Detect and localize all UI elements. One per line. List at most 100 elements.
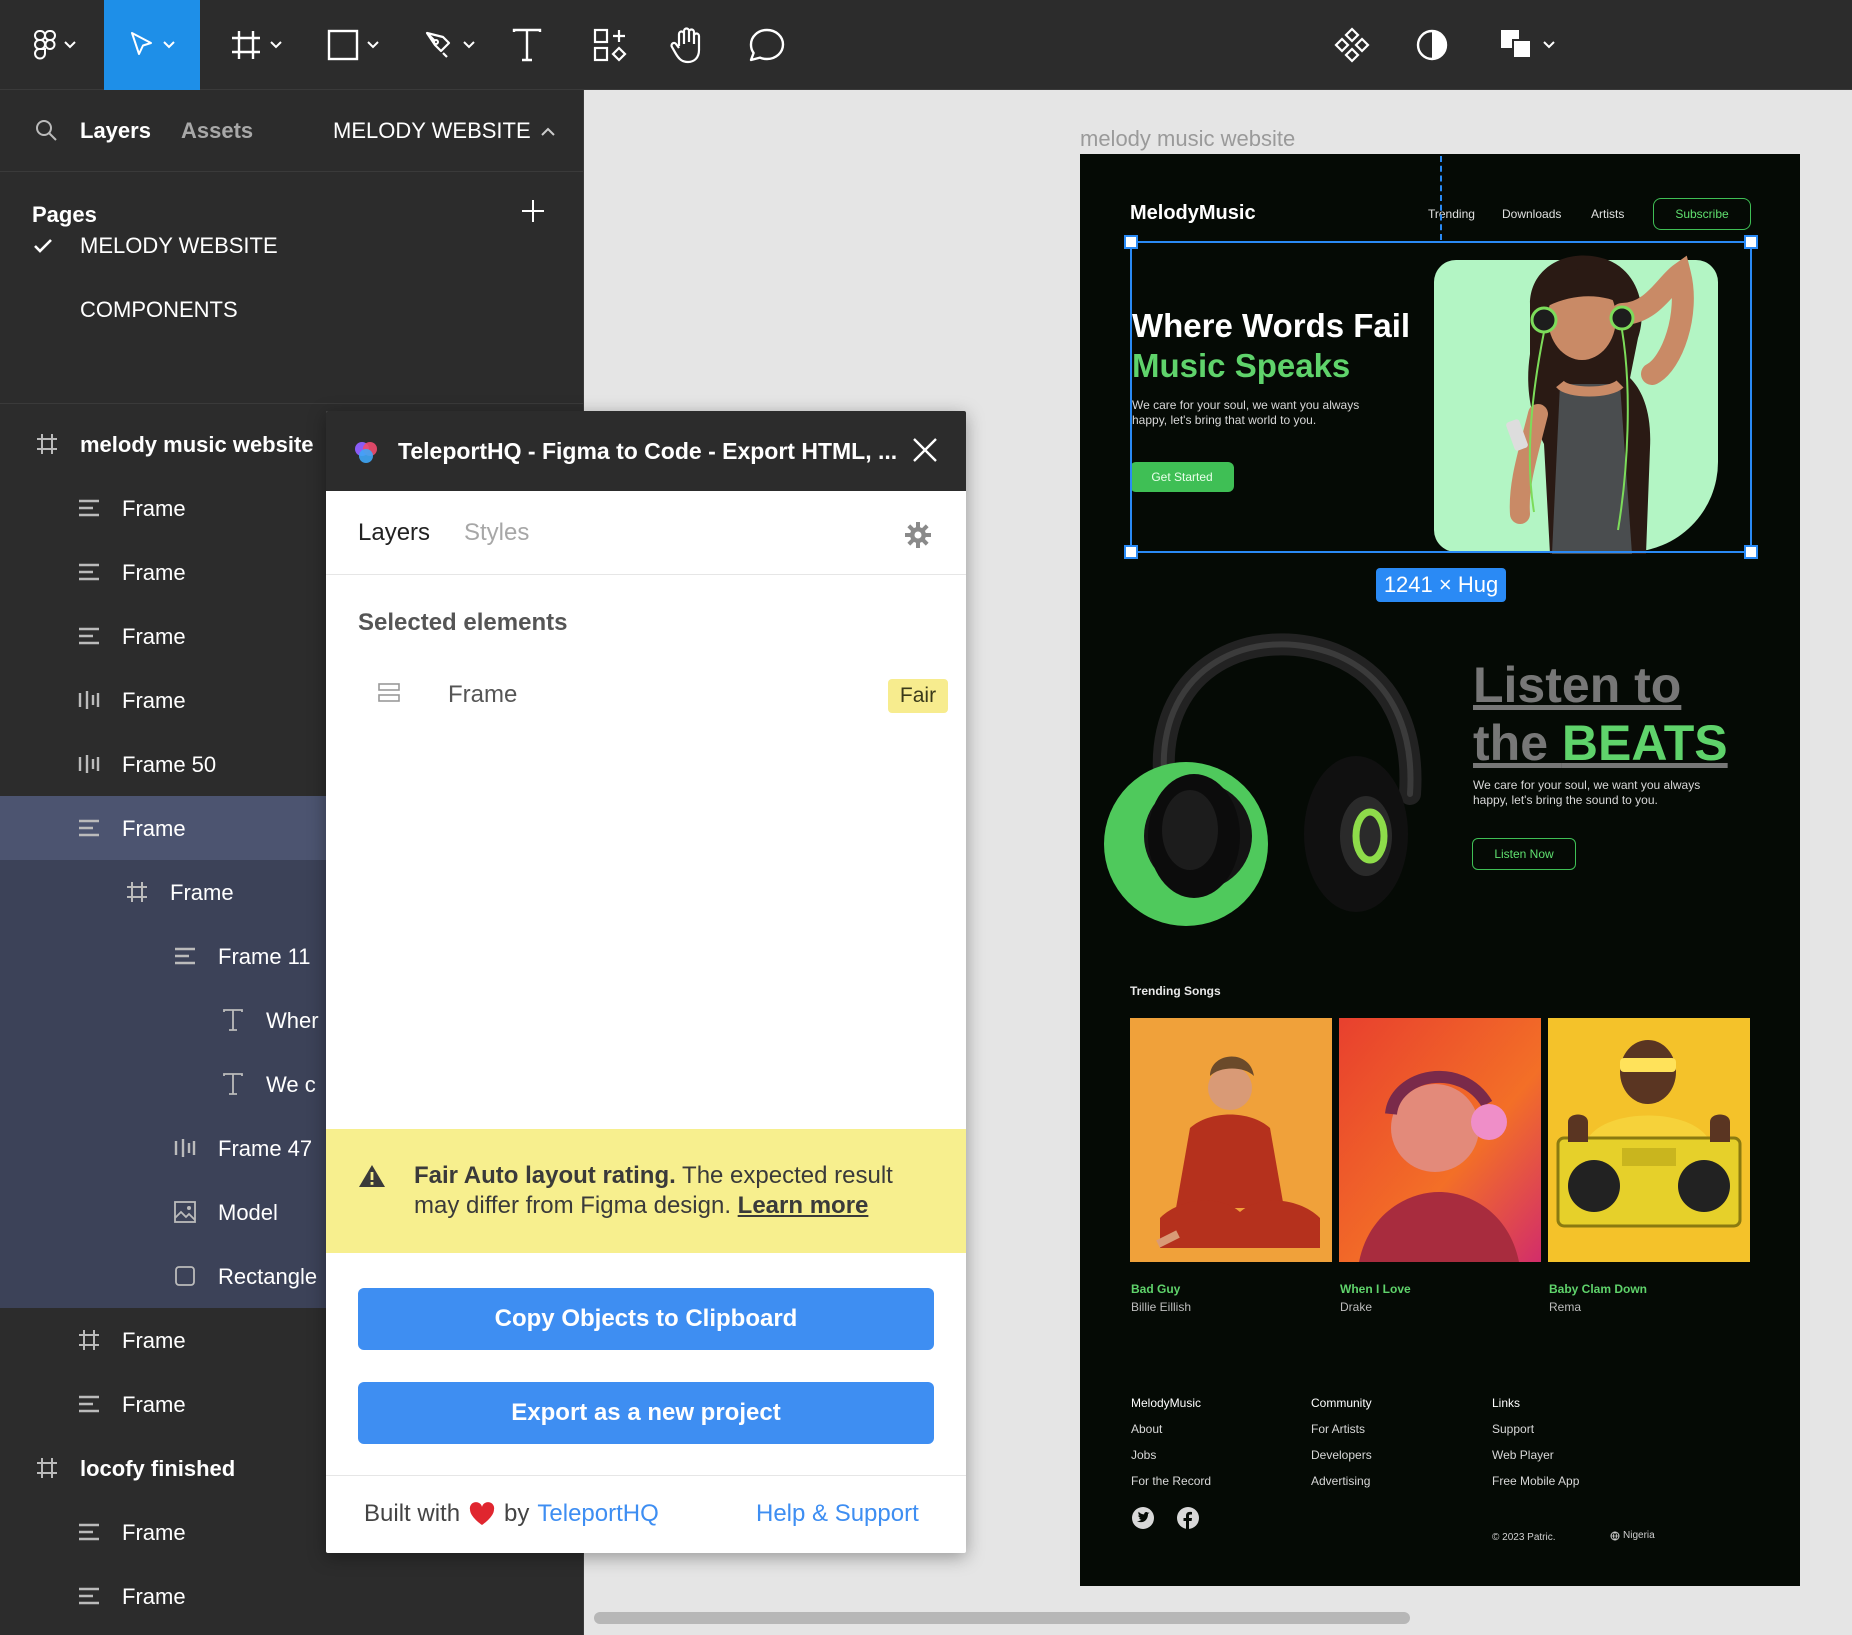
site-logo: MelodyMusic bbox=[1130, 202, 1256, 224]
facebook-icon[interactable] bbox=[1176, 1506, 1200, 1530]
gear-icon[interactable] bbox=[904, 521, 932, 549]
tab-layers[interactable]: Layers bbox=[80, 118, 151, 144]
plugin-tab-layers[interactable]: Layers bbox=[358, 519, 430, 547]
country-selector[interactable]: Nigeria bbox=[1610, 1530, 1655, 1541]
pages-section: Pages MELODY WEBSITE COMPONENTS bbox=[0, 172, 583, 404]
panel-tabs: Layers Assets MELODY WEBSITE bbox=[0, 90, 583, 172]
selected-element-row[interactable]: Frame Fair bbox=[358, 669, 948, 719]
resize-handle-bottom-left[interactable] bbox=[1124, 545, 1138, 559]
resize-handle-top-right[interactable] bbox=[1744, 235, 1758, 249]
page-item-components[interactable]: COMPONENTS bbox=[0, 280, 583, 340]
pen-tool-button[interactable] bbox=[414, 0, 484, 90]
plugin-title: TeleportHQ - Figma to Code - Export HTML… bbox=[398, 438, 898, 464]
frame-hash-icon bbox=[34, 1455, 60, 1481]
footer-link[interactable]: For the Record bbox=[1131, 1468, 1211, 1494]
autolayout-horizontal-icon bbox=[76, 687, 102, 713]
plugin-tab-styles[interactable]: Styles bbox=[464, 519, 529, 547]
size-badge: 1241 × Hug bbox=[1376, 568, 1506, 602]
layer-name: Frame bbox=[122, 688, 186, 713]
tab-assets[interactable]: Assets bbox=[181, 118, 253, 144]
chevron-down-icon bbox=[270, 41, 282, 49]
trending-songs-title: Trending Songs bbox=[1130, 984, 1221, 998]
song-card-image-bad-guy[interactable] bbox=[1130, 1018, 1332, 1262]
chevron-down-icon bbox=[367, 41, 379, 49]
footer-column-community: Community For Artists Developers Adverti… bbox=[1311, 1390, 1372, 1494]
page-selector[interactable]: MELODY WEBSITE bbox=[333, 118, 555, 144]
frame-label[interactable]: melody music website bbox=[1080, 126, 1295, 152]
help-support-link[interactable]: Help & Support bbox=[756, 1500, 919, 1528]
resize-handle-top-left[interactable] bbox=[1124, 235, 1138, 249]
footer-link[interactable]: Web Player bbox=[1492, 1442, 1579, 1468]
layer-name: Frame bbox=[122, 496, 186, 521]
footer-link[interactable]: About bbox=[1131, 1416, 1211, 1442]
plugin-titlebar[interactable]: TeleportHQ - Figma to Code - Export HTML… bbox=[326, 411, 966, 491]
song-title[interactable]: Bad Guy bbox=[1131, 1282, 1180, 1296]
contrast-icon bbox=[1416, 29, 1448, 61]
search-icon[interactable] bbox=[34, 118, 58, 142]
song-artist: Billie Eillish bbox=[1131, 1300, 1192, 1314]
hand-tool-button[interactable] bbox=[666, 0, 708, 90]
export-project-button[interactable]: Export as a new project bbox=[358, 1382, 934, 1444]
beats-heading-line2a: the bbox=[1473, 715, 1562, 771]
comment-tool-button[interactable] bbox=[746, 0, 788, 90]
resize-handle-bottom-right[interactable] bbox=[1744, 545, 1758, 559]
layer-row[interactable]: Frame bbox=[0, 1564, 583, 1628]
page-item-melody-website[interactable]: MELODY WEBSITE bbox=[0, 216, 583, 276]
text-tool-button[interactable] bbox=[506, 0, 548, 90]
layer-name: melody music website bbox=[80, 432, 314, 457]
footer-link[interactable]: For Artists bbox=[1311, 1416, 1372, 1442]
move-tool-button[interactable] bbox=[104, 0, 200, 90]
country-label: Nigeria bbox=[1623, 1530, 1655, 1541]
by-label: by bbox=[504, 1500, 530, 1527]
autolayout-vertical-icon bbox=[378, 683, 400, 702]
comment-icon bbox=[749, 28, 785, 62]
song-title[interactable]: When I Love bbox=[1340, 1282, 1411, 1296]
figma-logo-icon bbox=[34, 30, 56, 60]
autolayout-vertical-icon bbox=[76, 1519, 102, 1545]
copy-objects-button[interactable]: Copy Objects to Clipboard bbox=[358, 1288, 934, 1350]
layer-name: Frame bbox=[122, 1328, 186, 1353]
chevron-down-icon bbox=[163, 41, 175, 49]
close-icon[interactable] bbox=[912, 437, 938, 463]
footer-link[interactable]: Support bbox=[1492, 1416, 1579, 1442]
resources-tool-button[interactable] bbox=[588, 0, 632, 90]
plugin-footer: Built with by TeleportHQ Help & Support bbox=[326, 1475, 966, 1553]
frame-hash-icon bbox=[232, 31, 260, 59]
nav-artists[interactable]: Artists bbox=[1591, 207, 1624, 221]
layer-name: Frame bbox=[170, 880, 234, 905]
footer-link[interactable]: Free Mobile App bbox=[1492, 1468, 1579, 1494]
heart-icon bbox=[469, 1502, 495, 1525]
selection-box[interactable] bbox=[1124, 235, 1758, 559]
song-card-image-when-i-love[interactable] bbox=[1339, 1018, 1541, 1262]
rating-warning-banner: Fair Auto layout rating. The expected re… bbox=[326, 1129, 966, 1253]
canvas-horizontal-scrollbar[interactable] bbox=[594, 1612, 1410, 1624]
rating-badge: Fair bbox=[888, 679, 948, 713]
footer-link[interactable]: Jobs bbox=[1131, 1442, 1211, 1468]
listen-now-button[interactable]: Listen Now bbox=[1472, 838, 1576, 870]
layer-name: Frame bbox=[122, 624, 186, 649]
song-card-image-baby-clam-down[interactable] bbox=[1548, 1018, 1750, 1262]
multiplayer-button[interactable] bbox=[1494, 0, 1560, 90]
shape-tool-button[interactable] bbox=[318, 0, 388, 90]
beats-heading-line2b: BEATS bbox=[1561, 715, 1728, 771]
frame-tool-button[interactable] bbox=[220, 0, 292, 90]
subscribe-button[interactable]: Subscribe bbox=[1653, 198, 1751, 230]
component-button[interactable] bbox=[1332, 0, 1372, 90]
footer-link[interactable]: Developers bbox=[1311, 1442, 1372, 1468]
nav-downloads[interactable]: Downloads bbox=[1502, 207, 1561, 221]
teleporthq-link[interactable]: TeleportHQ bbox=[537, 1500, 658, 1528]
twitter-icon[interactable] bbox=[1131, 1506, 1155, 1530]
page-label: COMPONENTS bbox=[80, 297, 238, 322]
learn-more-link[interactable]: Learn more bbox=[738, 1192, 869, 1219]
figma-menu-button[interactable] bbox=[22, 0, 88, 90]
layer-name: Wher bbox=[266, 1008, 319, 1033]
chevron-down-icon bbox=[64, 41, 76, 49]
footer-link[interactable]: Advertising bbox=[1311, 1468, 1372, 1494]
theme-toggle-button[interactable] bbox=[1412, 0, 1452, 90]
song-title[interactable]: Baby Clam Down bbox=[1549, 1282, 1647, 1296]
layer-name: Frame 50 bbox=[122, 752, 217, 777]
component-icon bbox=[1334, 27, 1370, 63]
warning-icon bbox=[359, 1165, 385, 1187]
layer-name: Rectangle bbox=[218, 1264, 318, 1289]
nav-trending[interactable]: Trending bbox=[1428, 207, 1475, 221]
